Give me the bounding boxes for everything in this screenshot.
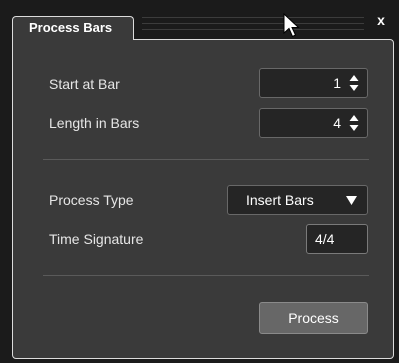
process-type-value: Insert Bars [246,192,314,208]
length-in-bars-label: Length in Bars [49,115,140,131]
close-icon[interactable]: x [374,11,388,29]
process-bars-dialog: Process Bars x Start at Bar 1 Length in … [10,10,394,360]
caret-down-icon [346,196,357,205]
start-at-bar-stepper[interactable]: 1 [259,68,368,98]
drag-grip[interactable] [142,16,364,30]
dialog-panel: Start at Bar 1 Length in Bars 4 Process … [12,39,394,359]
process-type-dropdown[interactable]: Insert Bars [227,185,368,215]
process-type-label: Process Type [49,192,134,208]
process-button[interactable]: Process [259,302,368,334]
divider [43,275,369,276]
up-down-arrows-icon[interactable] [349,74,359,92]
start-at-bar-value: 1 [333,75,341,91]
tab-process-bars[interactable]: Process Bars [12,16,134,40]
start-at-bar-label: Start at Bar [49,76,120,92]
up-down-arrows-icon[interactable] [349,114,359,132]
time-signature-label: Time Signature [49,231,144,247]
length-in-bars-stepper[interactable]: 4 [259,108,368,138]
divider [43,159,369,160]
mouse-pointer-icon [283,13,300,38]
length-in-bars-value: 4 [333,115,341,131]
dialog-titlebar[interactable]: Process Bars x [10,10,394,40]
time-signature-field[interactable]: 4/4 [306,224,368,254]
